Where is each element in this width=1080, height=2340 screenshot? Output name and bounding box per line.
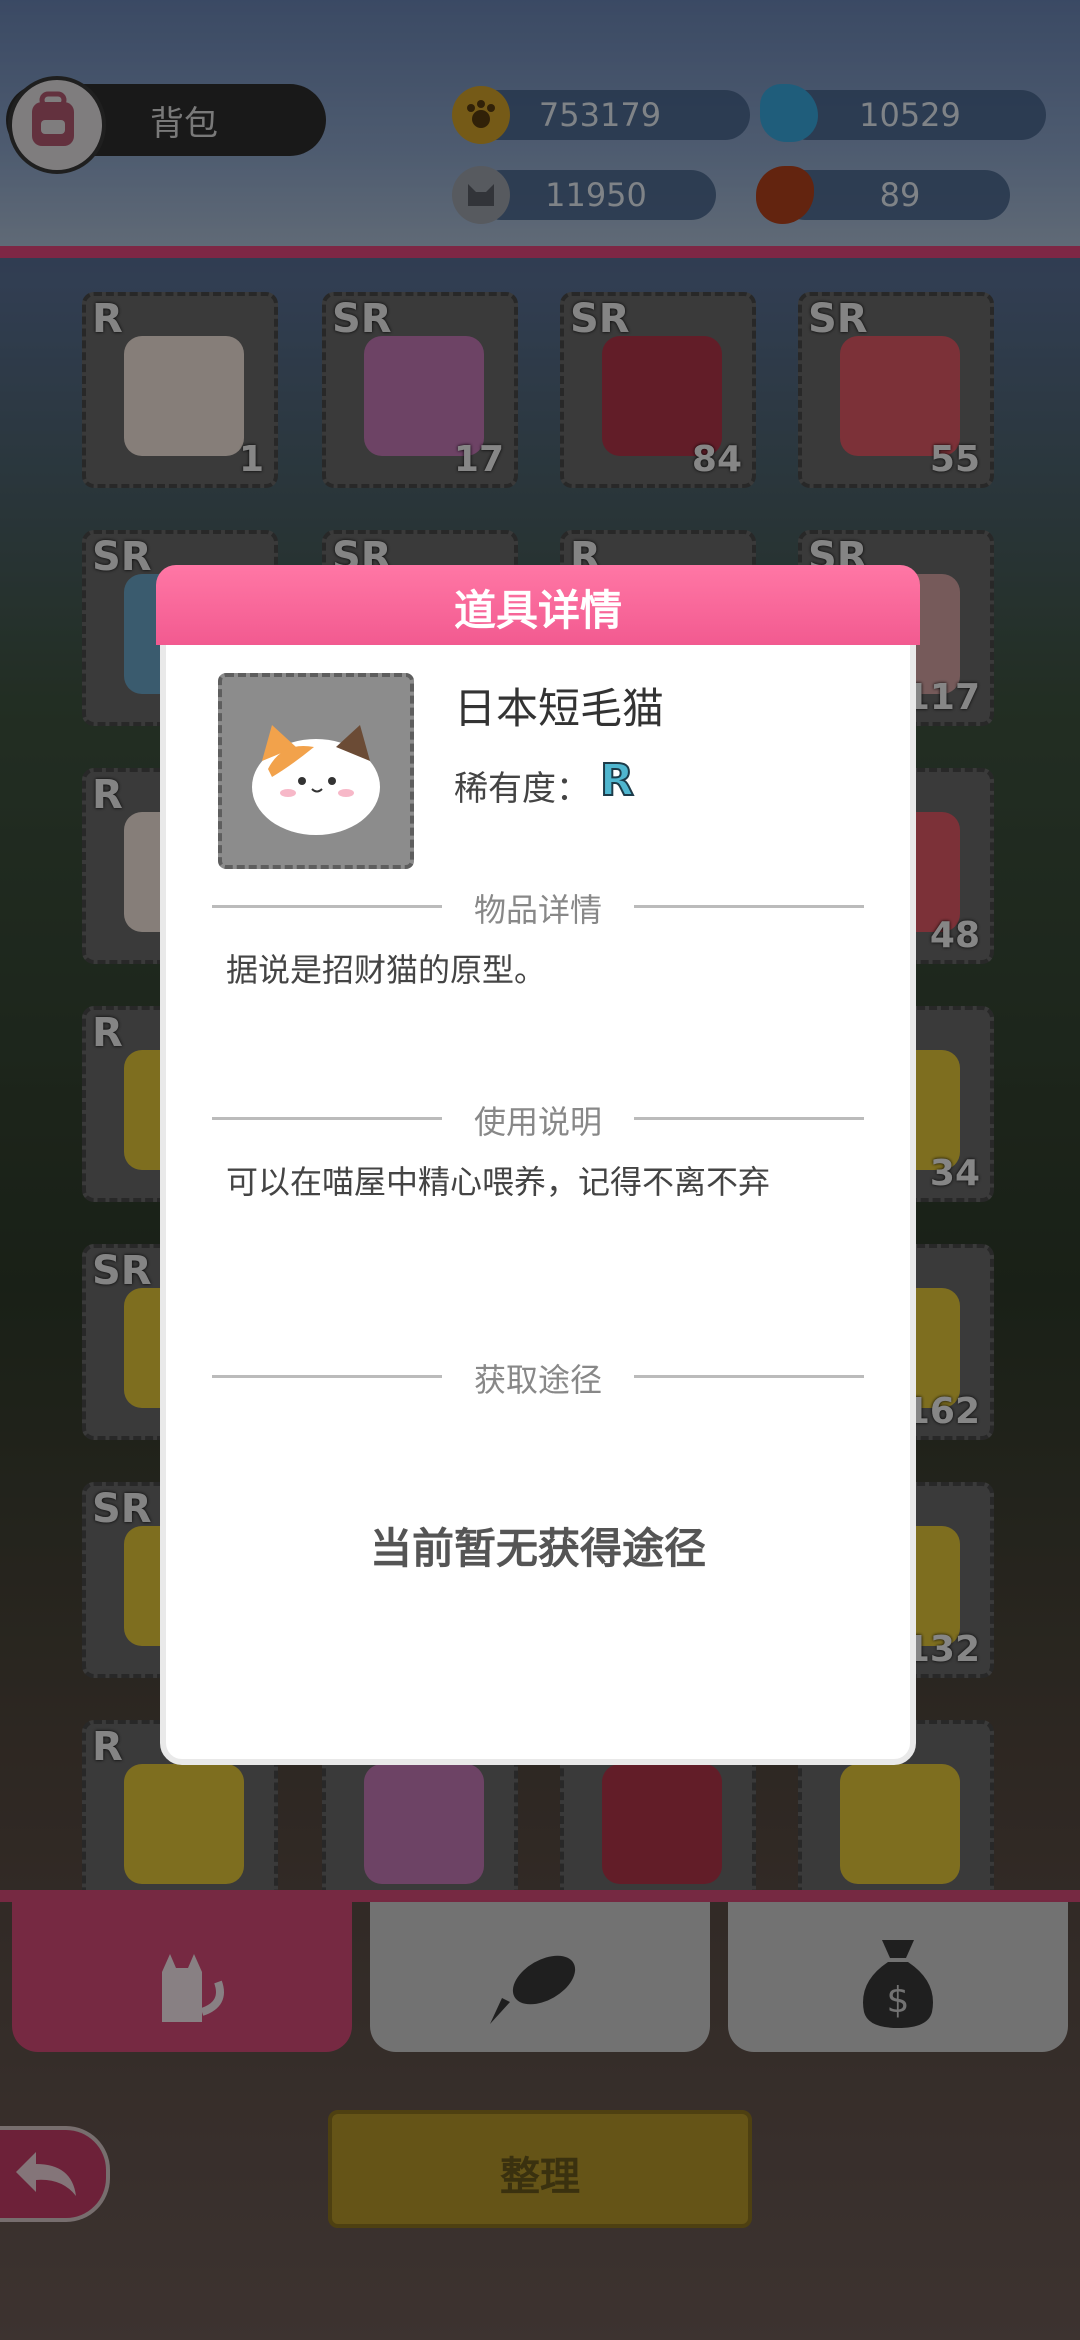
section-divider-left (212, 1375, 442, 1378)
calico-cat-icon (252, 725, 380, 835)
rarity-badge: R (599, 754, 635, 807)
section-divider-right (634, 1375, 864, 1378)
item-detail-dialog: 道具详情 日本短毛猫 稀有度： R 物品详情 据说是招财猫的原型。 使用说明 可… (156, 565, 920, 1765)
section-divider-left (212, 1117, 442, 1120)
rarity-label: 稀有度： (454, 769, 590, 809)
section-divider-right (634, 905, 864, 908)
item-image-frame (218, 673, 414, 869)
detail-text: 据说是招财猫的原型。 (226, 951, 547, 989)
item-name: 日本短毛猫 (454, 684, 665, 733)
usage-text: 可以在喵屋中精心喂养，记得不离不弃 (226, 1163, 771, 1201)
section-divider-right (634, 1117, 864, 1120)
no-source-text: 当前暂无获得途径 (369, 1524, 706, 1573)
section-title-detail: 物品详情 (473, 891, 602, 929)
dialog-header: 道具详情 (156, 565, 920, 645)
section-divider-left (212, 905, 442, 908)
section-title-source: 获取途径 (473, 1361, 602, 1399)
section-title-usage: 使用说明 (473, 1103, 602, 1141)
dialog-title: 道具详情 (453, 586, 622, 635)
